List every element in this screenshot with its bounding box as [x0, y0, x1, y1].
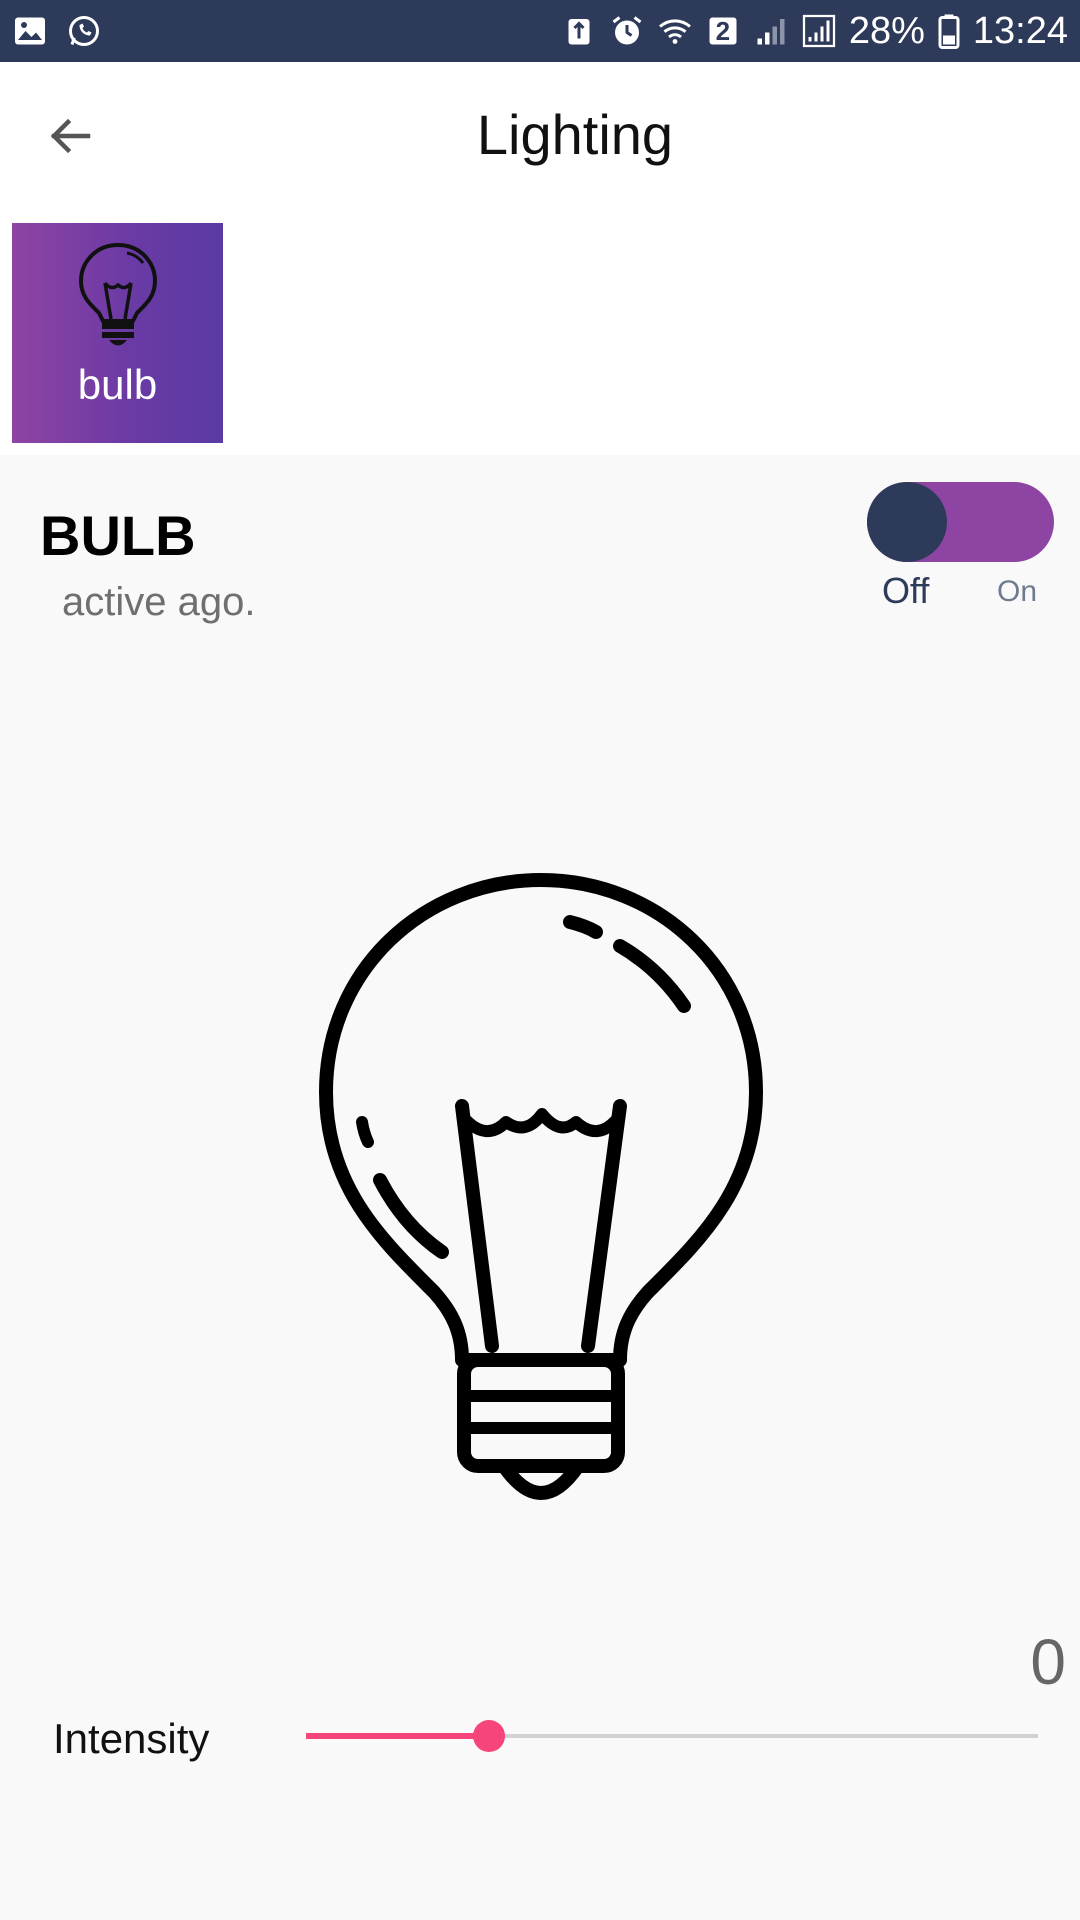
sim-badge-icon: 2: [705, 13, 741, 49]
status-bar: 2 28% 13:24: [0, 0, 1080, 62]
whatsapp-icon: [66, 13, 102, 49]
toggle-off-label: Off: [882, 570, 930, 611]
battery-percent: 28%: [848, 9, 925, 52]
signal-icon: [801, 13, 837, 49]
alarm-icon: [609, 13, 645, 49]
device-name: BULB: [40, 504, 196, 567]
intensity-value: 0: [1030, 1626, 1066, 1698]
lightbulb-icon: [75, 241, 161, 351]
battery-icon: [937, 13, 961, 49]
clock: 13:24: [972, 9, 1068, 52]
intensity-slider[interactable]: [306, 1700, 1038, 1772]
device-list: bulb: [0, 210, 1080, 455]
slider-fill: [306, 1733, 489, 1739]
page-title: Lighting: [476, 103, 674, 166]
signal-icon: [753, 13, 789, 49]
app-bar: Lighting: [0, 62, 1080, 210]
status-right-icons: 2 28% 13:24: [561, 10, 1068, 53]
usb-debug-icon: [561, 13, 597, 49]
slider-thumb[interactable]: [473, 1720, 505, 1752]
wifi-icon: [657, 13, 693, 49]
sim-badge-number: 2: [715, 15, 731, 46]
intensity-label: Intensity: [53, 1715, 210, 1762]
power-toggle[interactable]: [867, 482, 1054, 562]
toggle-on-label: On: [997, 575, 1038, 608]
device-status: active ago.: [62, 580, 256, 624]
status-left-icons: [12, 13, 102, 49]
power-toggle-knob[interactable]: [867, 482, 947, 562]
device-tile-bulb[interactable]: bulb: [12, 223, 223, 443]
device-tile-label: bulb: [77, 361, 158, 408]
gallery-icon: [12, 13, 48, 49]
lightbulb-icon: [314, 870, 768, 1502]
